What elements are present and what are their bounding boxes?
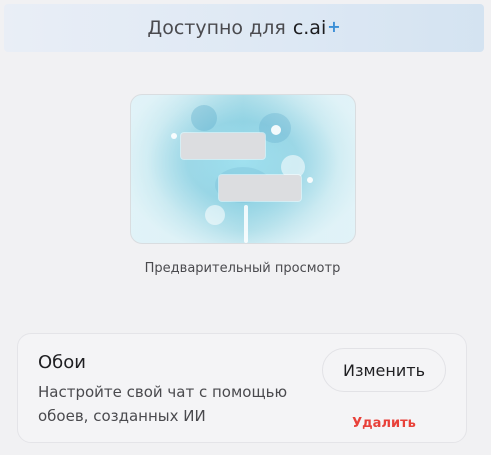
- wallpaper-description: Настройте свой чат с помощью обоев, созд…: [38, 383, 288, 425]
- preview-texture: [271, 125, 281, 135]
- availability-banner: Доступно для c.ai +: [4, 4, 484, 52]
- preview-caption: Предварительный просмотр: [144, 261, 341, 276]
- brand-name: c.ai: [292, 17, 327, 39]
- plus-icon: +: [327, 16, 341, 36]
- wallpaper-preview: [130, 94, 356, 244]
- delete-wallpaper-button[interactable]: Удалить: [338, 416, 430, 431]
- banner-text: Доступно для: [147, 17, 286, 39]
- preview-message-bubble: [181, 133, 265, 159]
- preview-texture: [205, 205, 225, 225]
- wallpaper-title: Обои: [38, 352, 86, 373]
- preview-texture: [244, 205, 248, 243]
- preview-message-bubble: [219, 175, 301, 201]
- preview-texture: [307, 177, 313, 183]
- preview-texture: [171, 133, 177, 139]
- preview-texture: [191, 105, 217, 131]
- wallpaper-card: Обои Настройте свой чат с помощью обоев,…: [17, 333, 467, 443]
- change-wallpaper-button[interactable]: Изменить: [322, 348, 446, 392]
